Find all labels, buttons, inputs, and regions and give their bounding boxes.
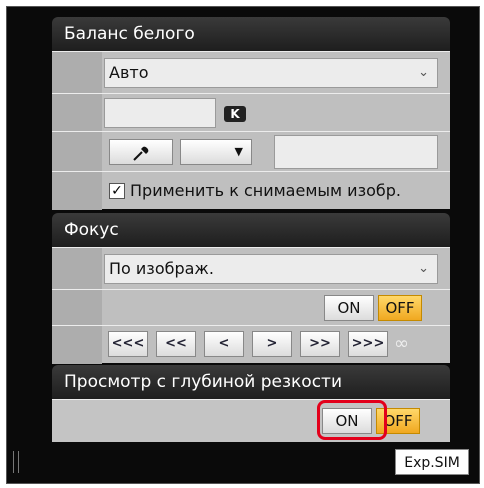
focus-nav-mid-near[interactable]: << [156, 331, 196, 357]
focus-off-button[interactable]: OFF [378, 295, 422, 321]
white-balance-title: Баланс белого [64, 24, 195, 44]
chevron-down-icon: ⌄ [418, 65, 429, 80]
focus-mode-select[interactable]: По изображ. ⌄ [104, 254, 438, 284]
wb-mode-select[interactable]: Авто ⌄ [104, 58, 438, 88]
focus-nav-mid-far[interactable]: >> [300, 331, 340, 357]
white-balance-section: Авто ⌄ K ▼ ✓ Применить к снимаемым изобр… [52, 51, 450, 210]
wb-mode-value: Авто [109, 63, 149, 82]
kelvin-unit-badge: K [224, 106, 246, 122]
focus-mode-row: По изображ. ⌄ [52, 247, 450, 290]
dof-onoff-row: ON OFF [52, 399, 450, 442]
wb-custom-field[interactable] [274, 135, 438, 169]
wb-apply-row: ✓ Применить к снимаемым изобр. [52, 171, 450, 210]
highlight-box [317, 400, 387, 440]
focus-nav-far-near[interactable]: <<< [108, 331, 148, 357]
infinity-icon: ∞ [394, 333, 409, 354]
wb-tools-row: ▼ [52, 131, 450, 172]
dof-header: Просмотр с глубиной резкости [52, 365, 450, 399]
dof-title: Просмотр с глубиной резкости [64, 372, 343, 392]
caret-down-icon: ▼ [234, 145, 243, 158]
liveview-settings-panel: Баланс белого Авто ⌄ K ▼ ✓ Применить к с… [6, 6, 480, 484]
resize-grip-icon[interactable] [13, 451, 19, 473]
focus-nav-row: <<< << < > >> >>> ∞ [52, 325, 450, 364]
focus-nav-small-far[interactable]: > [252, 331, 292, 357]
apply-checkbox-label: Применить к снимаемым изобр. [130, 181, 401, 200]
focus-section: По изображ. ⌄ ON OFF <<< << < > >> >>> ∞ [52, 247, 450, 364]
focus-mode-value: По изображ. [109, 259, 214, 278]
focus-onoff-row: ON OFF [52, 289, 450, 326]
wb-preset-select[interactable]: ▼ [180, 139, 252, 165]
eyedropper-button[interactable] [109, 139, 173, 165]
focus-nav-small-near[interactable]: < [204, 331, 244, 357]
wb-mode-row: Авто ⌄ [52, 51, 450, 94]
focus-header: Фокус [52, 213, 450, 247]
wb-kelvin-row: K [52, 93, 450, 132]
focus-nav-far-far[interactable]: >>> [348, 331, 388, 357]
chevron-down-icon: ⌄ [418, 261, 429, 276]
apply-checkbox[interactable]: ✓ [109, 183, 125, 199]
focus-title: Фокус [64, 220, 119, 240]
focus-on-button[interactable]: ON [324, 295, 374, 321]
exp-sim-indicator: Exp.SIM [395, 449, 469, 475]
dof-section: ON OFF [52, 399, 450, 442]
white-balance-header: Баланс белого [52, 17, 450, 51]
eyedropper-icon [133, 146, 149, 161]
kelvin-input[interactable] [104, 98, 216, 128]
